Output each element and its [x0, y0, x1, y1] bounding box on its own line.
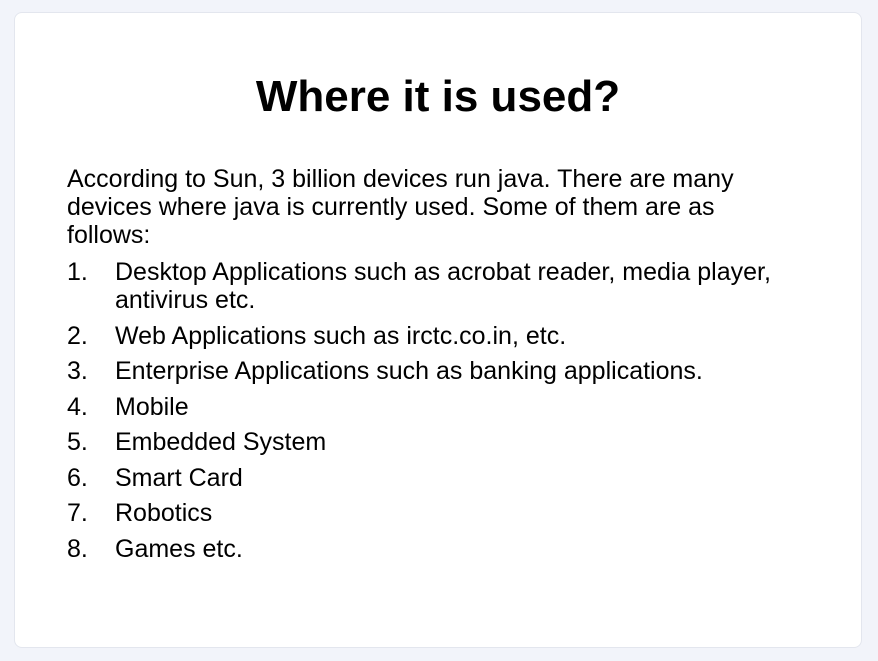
- list-item: 2. Web Applications such as irctc.co.in,…: [67, 322, 807, 350]
- list-number: 5.: [67, 428, 88, 456]
- list-text: Games etc.: [115, 534, 243, 563]
- intro-paragraph: According to Sun, 3 billion devices run …: [67, 165, 734, 249]
- slide-title: Where it is used?: [255, 72, 621, 121]
- list-text: Smart Card: [115, 463, 243, 492]
- list-text: Robotics: [115, 499, 213, 527]
- uses-list: 1. Desktop Applications such as acrobat …: [67, 258, 807, 570]
- list-number: 3.: [67, 357, 88, 385]
- slide: Where it is used? According to Sun, 3 bi…: [14, 12, 862, 648]
- list-text: Web Applications such as irctc.co.in, et…: [115, 321, 567, 350]
- list-item: 6. Smart Card: [67, 464, 807, 492]
- list-number: 2.: [67, 321, 88, 350]
- list-item: 1. Desktop Applications such as acrobat …: [67, 258, 807, 314]
- list-item: 4. Mobile: [67, 393, 807, 421]
- list-number: 4.: [67, 392, 88, 421]
- list-item: 3. Enterprise Applications such as banki…: [67, 357, 807, 385]
- list-item: 8. Games etc.: [67, 535, 807, 563]
- list-number: 6.: [67, 463, 88, 492]
- list-text: Desktop Applications such as acrobat rea…: [115, 258, 771, 314]
- list-item: 7. Robotics: [67, 499, 807, 527]
- list-item: 5. Embedded System: [67, 428, 807, 456]
- list-text: Embedded System: [115, 428, 327, 456]
- list-number: 8.: [67, 534, 88, 563]
- list-number: 1.: [67, 258, 88, 286]
- list-text: Mobile: [115, 392, 189, 421]
- list-text: Enterprise Applications such as banking …: [115, 357, 703, 385]
- list-number: 7.: [67, 499, 88, 527]
